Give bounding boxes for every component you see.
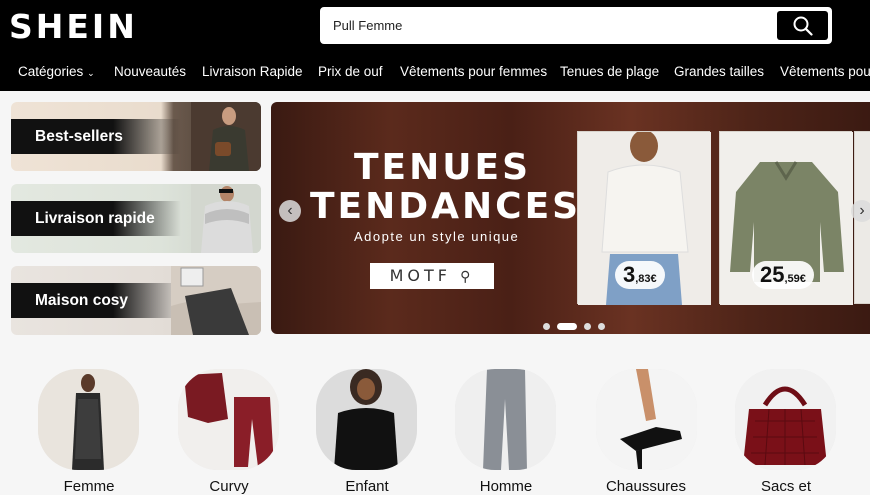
- carousel-dot[interactable]: [598, 323, 605, 331]
- card-label: Maison cosy: [35, 292, 129, 309]
- carousel-prev-button[interactable]: ‹: [279, 200, 301, 222]
- category-label[interactable]: Chaussures: [576, 478, 716, 495]
- nav-item-livraison-rapide[interactable]: Livraison Rapide: [202, 54, 303, 90]
- nav-item-categories[interactable]: Catégories ⌄: [18, 54, 95, 91]
- card-image: [171, 266, 261, 335]
- banner-title-line1: TENUES: [354, 147, 532, 188]
- category-chaussures[interactable]: [596, 369, 697, 470]
- category-label[interactable]: Curvy: [159, 478, 299, 495]
- carousel-next-button[interactable]: ›: [851, 200, 870, 222]
- category-homme[interactable]: [455, 369, 556, 470]
- nav-item-vetements-pour[interactable]: Vêtements pour: [780, 54, 870, 90]
- promo-code: MOTF: [389, 266, 461, 285]
- promo-banner[interactable]: TENUES TENDANCES Adopte un style unique …: [271, 102, 870, 334]
- banner-subtitle: Adopte un style unique: [354, 229, 520, 244]
- category-image: [455, 369, 556, 470]
- card-best-sellers[interactable]: Best-sellers: [11, 102, 261, 171]
- category-image: [178, 369, 279, 470]
- card-label: Best-sellers: [35, 128, 123, 145]
- carousel-dots: [543, 318, 612, 331]
- category-label[interactable]: Sacs et: [716, 478, 856, 495]
- search-input[interactable]: Pull Femme: [333, 8, 402, 44]
- product-card-top[interactable]: 3,83€: [577, 131, 711, 305]
- shein-logo[interactable]: SHEIN: [9, 8, 138, 46]
- carousel-dot[interactable]: [543, 323, 550, 331]
- price-tag: 25,59€: [752, 261, 814, 289]
- category-femme[interactable]: [38, 369, 139, 470]
- search-icon: ⚲: [460, 269, 475, 285]
- card-label: Livraison rapide: [35, 210, 155, 227]
- category-label[interactable]: Enfant: [297, 478, 437, 495]
- promo-code-box[interactable]: MOTF ⚲: [370, 263, 494, 289]
- nav-item-prix-de-ouf[interactable]: Prix de ouf: [318, 54, 383, 90]
- carousel-dot[interactable]: [584, 323, 591, 331]
- main-nav: Catégories ⌄ Nouveautés Livraison Rapide…: [0, 54, 870, 91]
- banner-title-line2: TENDANCES: [310, 186, 582, 227]
- card-image: [191, 184, 261, 253]
- card-image: [191, 102, 261, 171]
- search-icon: [793, 16, 813, 36]
- category-curvy[interactable]: [178, 369, 279, 470]
- price-tag: 3,83€: [615, 261, 665, 289]
- card-livraison-rapide[interactable]: Livraison rapide: [11, 184, 261, 253]
- search-bar[interactable]: Pull Femme: [320, 7, 832, 44]
- category-sacs[interactable]: [735, 369, 836, 470]
- nav-item-vetements-femmes[interactable]: Vêtements pour femmes: [400, 54, 547, 90]
- category-enfant[interactable]: [316, 369, 417, 470]
- top-bar: SHEIN Pull Femme: [0, 0, 870, 54]
- category-label[interactable]: Homme: [436, 478, 576, 495]
- category-image: [596, 369, 697, 470]
- product-card-jacket[interactable]: 25,59€: [719, 131, 853, 305]
- category-image: [316, 369, 417, 470]
- category-image: [735, 369, 836, 470]
- carousel-dot-active[interactable]: [557, 323, 577, 331]
- chevron-right-icon: ›: [859, 202, 865, 219]
- nav-item-nouveautes[interactable]: Nouveautés: [114, 54, 186, 90]
- card-maison-cosy[interactable]: Maison cosy: [11, 266, 261, 335]
- search-button[interactable]: [777, 11, 828, 40]
- nav-item-tenues-de-plage[interactable]: Tenues de plage: [560, 54, 659, 90]
- chevron-left-icon: ‹: [287, 202, 293, 219]
- category-label[interactable]: Femme: [19, 478, 159, 495]
- category-image: [38, 369, 139, 470]
- chevron-down-icon: ⌄: [87, 68, 95, 78]
- nav-item-grandes-tailles[interactable]: Grandes tailles: [674, 54, 764, 90]
